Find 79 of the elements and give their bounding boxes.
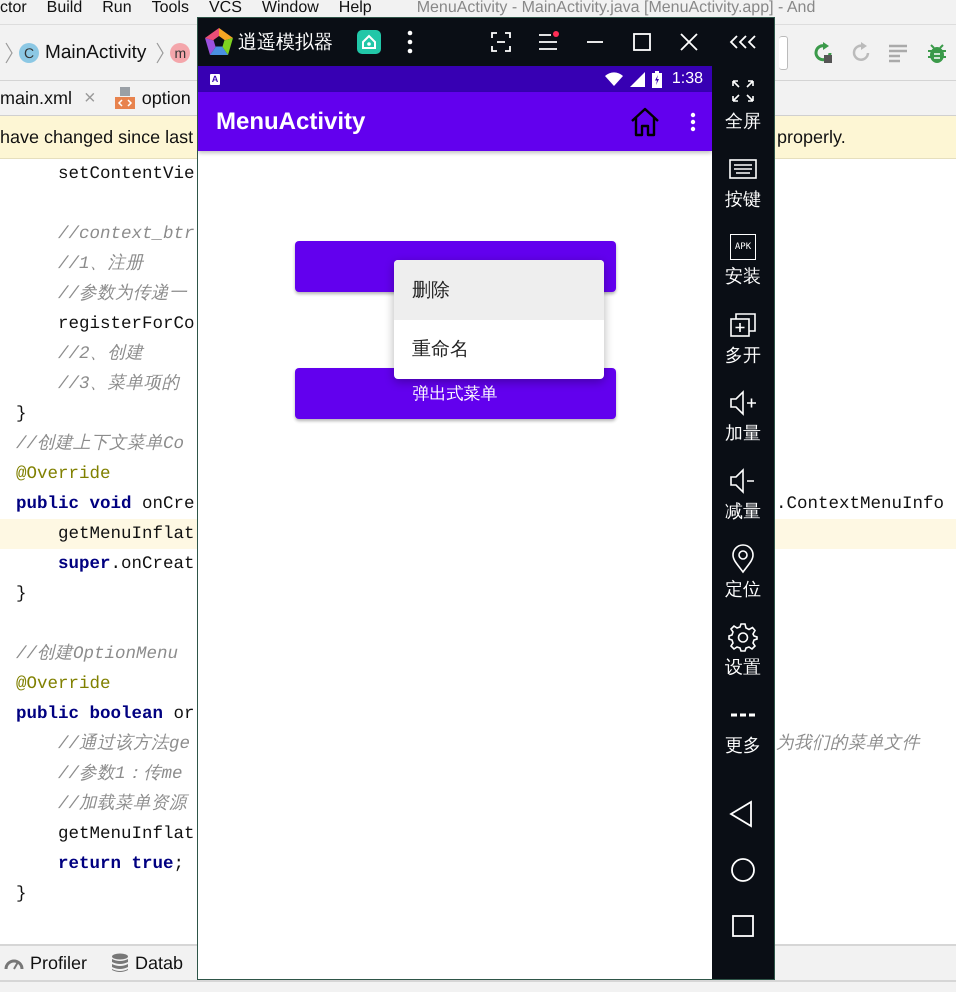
home-app-icon[interactable] [357,30,381,54]
sidebar-label[interactable]: 安装 [725,266,761,286]
rerun-icon[interactable] [812,42,834,64]
code-comment: //2、创建 [58,344,144,364]
code-line: return true; [58,854,184,874]
menu-item[interactable]: Build [46,0,82,16]
code-line: } [16,404,27,424]
signal-icon [630,72,645,86]
volume-up-icon[interactable] [728,388,758,418]
xml-file-icon [114,86,136,110]
close-button[interactable] [678,31,700,53]
more-options-icon[interactable] [407,30,413,54]
menu-item[interactable]: Tools [152,0,189,16]
windows-icon[interactable] [728,310,758,340]
clock: 1:38 [672,70,703,88]
notification-icon: A [210,74,220,84]
sidebar-label[interactable]: 定位 [725,579,761,599]
code-comment: //通过该方法ge [58,734,190,754]
settings-icon[interactable] [728,622,758,652]
breadcrumb[interactable]: MainActivity [45,42,146,64]
sidebar-label[interactable]: 更多 [725,735,761,755]
tool-window-button[interactable]: Datab [135,952,184,974]
overflow-menu-icon[interactable] [690,112,696,132]
home-icon[interactable] [629,106,661,138]
code-line: } [16,884,27,904]
code-line: } [16,584,27,604]
sidebar-label[interactable]: 全屏 [725,111,761,131]
code-annotation: @Override [16,464,111,484]
wifi-icon [604,72,623,86]
tool-window-button[interactable]: Profiler [30,952,88,974]
method-badge: m [170,42,190,62]
code-comment: //参数为传递一 [58,284,188,304]
maximize-button[interactable] [630,31,652,53]
code-comment: 为我们的菜单文件 [776,732,920,756]
sidebar-label[interactable]: 多开 [725,345,761,365]
pentagon-logo-icon [204,27,234,57]
code-comment: //创建上下文菜单Co [16,434,184,454]
code-line: getMenuInflat [58,524,195,544]
code-line: .ContextMenuInfo [776,493,944,516]
home-button[interactable] [728,855,758,885]
app-title: MenuActivity [216,108,366,136]
code-line: getMenuInflat [58,824,195,844]
window-title: 逍遥模拟器 [238,31,333,55]
menu-item[interactable]: VCS [208,0,242,16]
notification-text: have changed since last [0,126,194,148]
code-comment: //1、注册 [58,254,144,274]
code-comment: //context_btr [58,224,195,244]
code-line: super.onCreat [58,554,195,574]
battery-icon [652,70,662,88]
sidebar-label[interactable]: 加量 [725,423,761,443]
sidebar-label[interactable]: 按键 [725,189,761,209]
code-comment: //参数1：传me [58,764,183,784]
class-badge: C [19,42,39,62]
editor-tab[interactable]: option [114,81,191,115]
code-comment: //创建OptionMenu [16,644,178,664]
editor-tab[interactable]: main.xml × [0,81,96,115]
code-line: public boolean or [16,704,195,724]
window-title: MenuActivity - MainActivity.java [MenuActivity.app] - And [416,0,816,16]
sidebar-label[interactable]: 设置 [725,657,761,677]
chevron-icon [5,40,13,64]
sidebar-label[interactable]: 减量 [725,501,761,521]
code-line: public void onCre [16,494,195,514]
database-icon [111,953,130,973]
code-comment: //3、菜单项的 [58,374,180,394]
notification-text: properly. [777,126,846,148]
code-comment: //加载菜单资源 [58,794,188,814]
menu-item[interactable]: Run [102,0,132,16]
apk-icon[interactable]: APK [730,234,756,260]
menu-item[interactable]: Window [262,0,319,16]
menu-item[interactable]: Help [338,0,372,16]
code-line: registerForCo [58,314,195,334]
fullscreen-button[interactable] [490,31,512,53]
menu-item[interactable]: ctor [0,0,27,16]
context-menu-item[interactable]: 删除 [394,260,604,320]
chevron-icon [156,40,164,64]
bug-icon[interactable] [926,42,948,64]
menu-button[interactable] [536,31,558,53]
code-annotation: @Override [16,674,111,694]
code-line: setContentVie [58,164,195,184]
